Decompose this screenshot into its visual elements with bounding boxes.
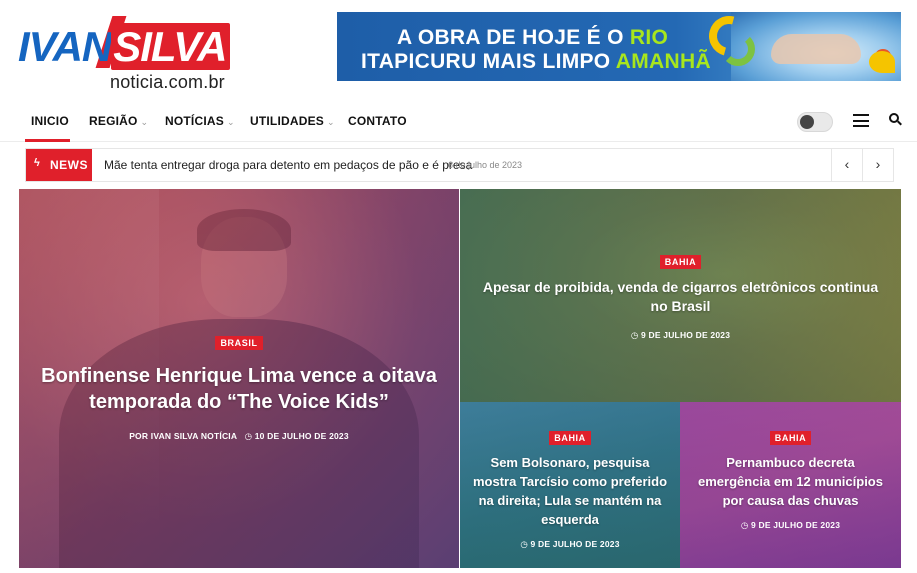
article-title[interactable]: Sem Bolsonaro, pesquisa mostra Tarcísio … [460,453,680,529]
article-title[interactable]: Pernambuco decreta emergência em 12 muni… [680,453,901,510]
article-meta: ◷ 9 DE JULHO DE 2023 [680,520,901,531]
logo-part-silva: SILVA [111,23,231,70]
ticker-label: ϟ NEWS [26,149,92,181]
article-title[interactable]: Apesar de proibida, venda de cigarros el… [460,278,901,316]
nav-item-utilidades[interactable]: UTILIDADES ⌄ [250,114,335,128]
banner-fish-tail-icon [869,51,895,73]
ticker-next-button[interactable]: › [862,149,893,181]
category-badge[interactable]: BAHIA [659,255,702,269]
chevron-down-icon: ⌄ [226,117,235,127]
article-date: 10 DE JULHO DE 2023 [254,431,349,441]
dark-mode-toggle[interactable] [797,112,833,132]
category-badge[interactable]: BAHIA [769,431,812,445]
article-card[interactable]: BAHIA Pernambuco decreta emergência em 1… [680,402,901,568]
logo-wordmark: IVANSILVA [18,23,231,70]
logo-tagline: noticia.com.br [110,72,225,92]
category-badge[interactable]: BAHIA [549,431,591,445]
clock-icon: ◷ [740,520,749,530]
logo-part-ivan: IVAN [18,23,112,70]
author-link[interactable]: IVAN SILVA NOTÍCIA [151,431,237,441]
clock-icon: ◷ [244,431,253,441]
nav-item-contato[interactable]: CONTATO [348,114,407,128]
banner-line-1: A OBRA DE HOJE É O RIO [397,26,669,49]
ticker-date: 6 de julho de 2023 [448,160,523,170]
category-badge[interactable]: BRASIL [215,336,263,350]
article-date: 9 DE JULHO DE 2023 [751,520,841,530]
article-date: 9 DE JULHO DE 2023 [641,330,731,340]
bolt-icon: ϟ [34,157,41,169]
article-title[interactable]: Bonfinense Henrique Lima vence a oitava … [19,363,459,415]
search-icon[interactable] [889,113,903,127]
nav-item-noticias[interactable]: NOTÍCIAS ⌄ [165,114,235,128]
ticker-headline-link[interactable]: Mãe tenta entregar droga para detento em… [104,158,472,172]
chevron-down-icon: ⌄ [140,117,149,127]
article-card[interactable]: BAHIA Sem Bolsonaro, pesquisa mostra Tar… [460,402,680,568]
article-meta: ◷ 9 DE JULHO DE 2023 [460,539,680,550]
banner-green-swoosh-icon [721,32,755,66]
news-ticker: ϟ NEWS Mãe tenta entregar droga para det… [25,148,894,182]
banner-hands-image [771,34,861,64]
nav-active-indicator [25,139,70,142]
nav-item-regiao[interactable]: REGIÃO ⌄ [89,114,148,128]
article-meta: ◷ 9 DE JULHO DE 2023 [460,330,901,341]
article-card[interactable]: BAHIA Apesar de proibida, venda de cigar… [460,189,901,402]
banner-line-2: ITAPICURU MAIS LIMPO AMANHÃ [361,50,711,73]
article-meta: POR IVAN SILVA NOTÍCIA ◷ 10 DE JULHO DE … [129,431,349,441]
toggle-knob [800,115,814,129]
featured-article-card[interactable]: BRASIL Bonfinense Henrique Lima vence a … [19,189,459,568]
nav-item-inicio[interactable]: INICIO [31,114,69,128]
clock-icon: ◷ [630,330,639,340]
clock-icon: ◷ [520,539,528,549]
ticker-prev-button[interactable]: ‹ [831,149,862,181]
hamburger-menu-icon[interactable] [853,114,869,127]
main-nav: INICIO REGIÃO ⌄ NOTÍCIAS ⌄ UTILIDADES ⌄ CON… [0,100,917,142]
ad-banner[interactable]: A OBRA DE HOJE É O RIO ITAPICURU MAIS LI… [337,12,901,81]
chevron-down-icon: ⌄ [327,117,335,127]
article-date: 9 DE JULHO DE 2023 [530,539,620,549]
site-logo[interactable]: IVANSILVA noticia.com.br [18,16,248,92]
